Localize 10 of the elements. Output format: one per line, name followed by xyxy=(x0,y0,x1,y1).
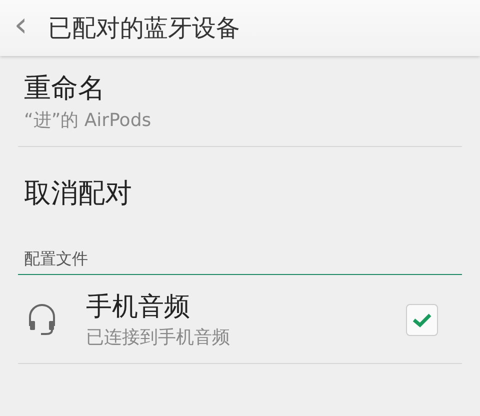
item-subtitle: “进”的 AirPods xyxy=(24,109,152,133)
menu-item[interactable]: 重命名 xyxy=(24,70,456,108)
section-header: 配置文件 xyxy=(24,249,88,268)
menu-item[interactable]: 取消配对 xyxy=(24,175,456,213)
profile-title: 手机音频 xyxy=(86,291,191,324)
profile-status: 已连接到手机音频 xyxy=(86,326,231,350)
headset-icon xyxy=(26,302,58,338)
checkbox[interactable] xyxy=(406,304,438,336)
check-icon xyxy=(412,312,432,328)
page-title: 已配对的蓝牙设备 xyxy=(48,13,240,44)
